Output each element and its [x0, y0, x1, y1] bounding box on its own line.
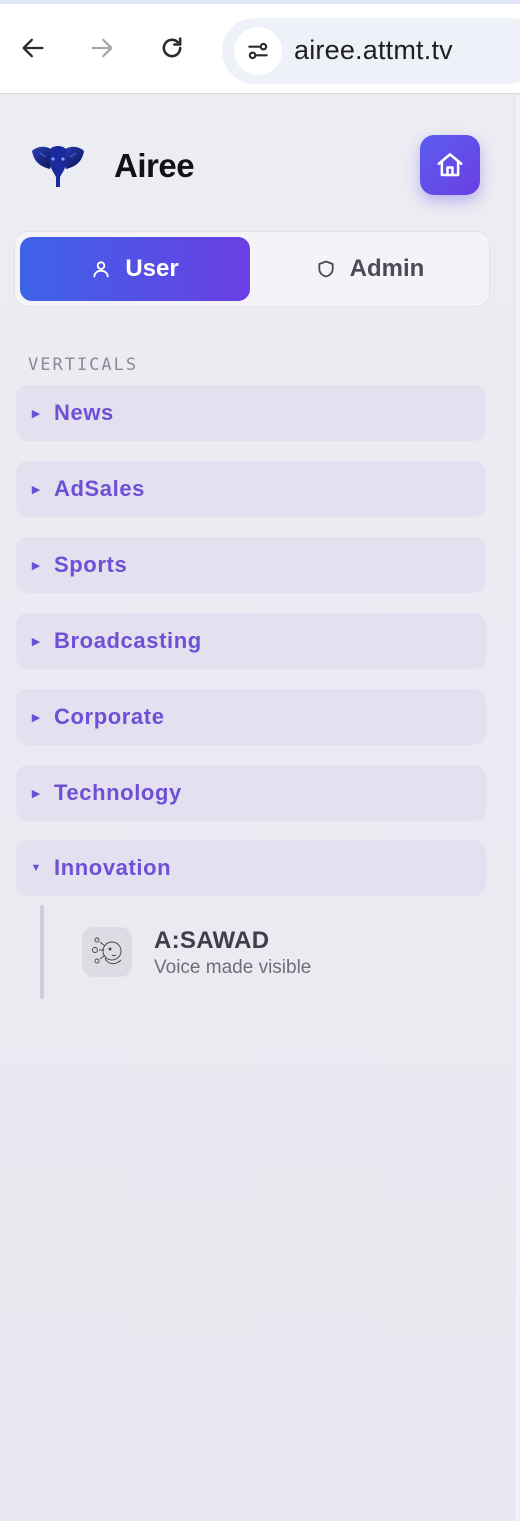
- caret-right-icon: ▶: [31, 407, 41, 420]
- caret-right-icon: ▶: [31, 483, 41, 496]
- browser-toolbar: airee.attmt.tv: [0, 0, 520, 94]
- vertical-label: News: [54, 400, 114, 425]
- user-mode-button[interactable]: User: [20, 237, 250, 301]
- admin-mode-button[interactable]: Admin: [255, 237, 485, 301]
- caret-right-icon: ▶: [31, 559, 41, 572]
- address-bar[interactable]: airee.attmt.tv: [222, 18, 520, 84]
- vertical-label: Technology: [54, 780, 182, 805]
- app-item-tagline: Voice made visible: [154, 957, 312, 978]
- vertical-broadcasting[interactable]: ▶ Broadcasting: [16, 613, 486, 669]
- verticals-section-label: VERTICALS: [28, 355, 139, 375]
- app-item-title: A:SAWAD: [154, 927, 270, 954]
- elephant-logo[interactable]: [28, 141, 88, 189]
- caret-right-icon: ▶: [31, 787, 41, 800]
- brand-name: Airee: [114, 147, 195, 184]
- vertical-sports[interactable]: ▶ Sports: [16, 537, 486, 593]
- user-icon: [93, 261, 109, 278]
- admin-mode-label: Admin: [349, 255, 425, 282]
- url-text[interactable]: airee.attmt.tv: [294, 35, 453, 66]
- asawad-avatar: [82, 927, 132, 977]
- caret-down-icon: ▼: [30, 862, 42, 874]
- home-icon: [437, 153, 463, 177]
- vertical-label: Corporate: [54, 704, 165, 729]
- vertical-technology[interactable]: ▶ Technology: [16, 765, 486, 821]
- app-item-asawad[interactable]: A:SAWAD Voice made visible: [82, 927, 482, 979]
- reload-icon: [162, 37, 182, 58]
- content-edge: [514, 95, 520, 1521]
- vertical-label: AdSales: [54, 476, 146, 501]
- home-button[interactable]: [420, 135, 480, 195]
- sidebar-panel: Airee User Admin VERTICALS ▶ News ▶ AdSa…: [0, 95, 520, 1521]
- vertical-innovation[interactable]: ▼ Innovation: [16, 840, 486, 896]
- site-info-button[interactable]: [234, 27, 282, 75]
- vertical-news[interactable]: ▶ News: [16, 385, 486, 441]
- vertical-corporate[interactable]: ▶ Corporate: [16, 689, 486, 745]
- user-mode-label: User: [125, 255, 179, 282]
- mode-toggle: User Admin: [14, 231, 490, 307]
- shield-icon: [318, 260, 334, 278]
- forward-button[interactable]: [84, 30, 120, 66]
- vertical-label: Broadcasting: [54, 628, 202, 653]
- vertical-label: Sports: [54, 552, 128, 577]
- site-settings-icon: [248, 42, 268, 60]
- arrow-right-icon: [91, 38, 113, 58]
- caret-right-icon: ▶: [31, 635, 41, 648]
- submenu-divider: [40, 905, 44, 999]
- back-button[interactable]: [15, 30, 51, 66]
- reload-button[interactable]: [154, 30, 190, 66]
- brand-header: Airee: [28, 135, 488, 195]
- arrow-left-icon: [22, 38, 44, 58]
- vertical-adsales[interactable]: ▶ AdSales: [16, 461, 486, 517]
- caret-right-icon: ▶: [31, 711, 41, 724]
- vertical-label: Innovation: [54, 855, 172, 880]
